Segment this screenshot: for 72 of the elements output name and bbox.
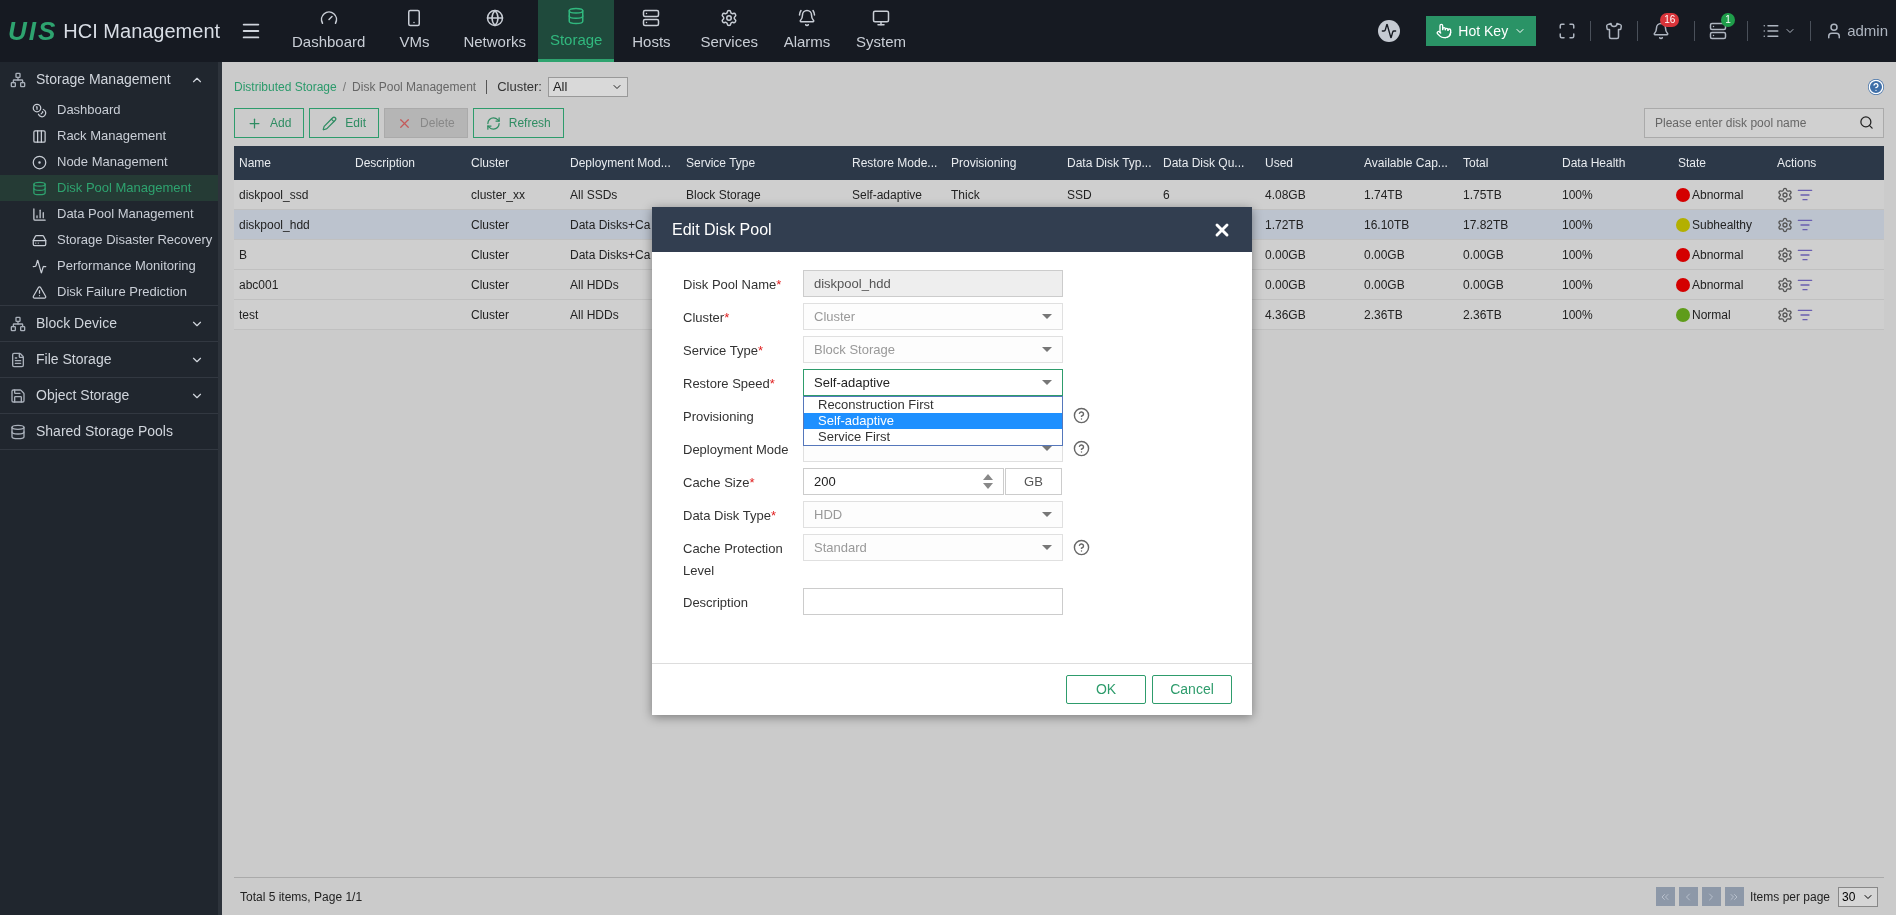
state-text: Abnormal: [1692, 276, 1744, 294]
table-cell: 1.72TB: [1265, 217, 1304, 232]
table-cell: 17.82TB: [1463, 217, 1509, 232]
alarm-count-badge: 16: [1660, 13, 1680, 27]
required-mark: *: [769, 376, 775, 391]
required-mark: *: [724, 310, 730, 325]
table-cell: 100%: [1562, 217, 1593, 232]
table-cell: Block Storage: [686, 187, 761, 202]
table-cell: cluster_xx: [471, 187, 526, 202]
field-label: Provisioning: [683, 409, 754, 424]
table-cell: 6: [1163, 187, 1170, 202]
table-cell: 4.08GB: [1265, 187, 1306, 202]
field-label: Service Type*: [683, 343, 763, 358]
field-label: Restore Speed*: [683, 376, 775, 391]
table-cell: 1.75TB: [1463, 187, 1502, 202]
table-cell: Data Disks+Ca: [570, 247, 651, 262]
table-cell: 100%: [1562, 187, 1593, 202]
breadcrumb-current: Disk Pool Management: [352, 79, 477, 96]
breadcrumb-separator: /: [342, 79, 347, 96]
table-cell: B: [239, 247, 247, 262]
table-cell: 0.00GB: [1364, 247, 1405, 262]
table-cell: abc001: [239, 277, 279, 292]
table-cell: 0.00GB: [1265, 277, 1306, 292]
field-label: Cluster*: [683, 310, 730, 325]
table-cell: 4.36GB: [1265, 307, 1306, 322]
table-cell: Self-adaptive: [852, 187, 923, 202]
required-mark: *: [776, 277, 782, 292]
table-cell: Data Disks+Ca: [570, 217, 651, 232]
logo: UIS: [8, 14, 58, 48]
table-cell: 16.10TB: [1364, 217, 1410, 232]
table-cell: Cluster: [471, 277, 509, 292]
table-cell: 100%: [1562, 307, 1593, 322]
table-cell: All SSDs: [570, 187, 618, 202]
state-text: Abnormal: [1692, 246, 1744, 264]
pagination-summary: Total 5 items, Page 1/1: [240, 888, 364, 906]
unit-label: GB: [1005, 468, 1062, 495]
table-cell: 0.00GB: [1463, 247, 1504, 262]
table-cell: 2.36TB: [1463, 307, 1502, 322]
table-cell: 2.36TB: [1364, 307, 1403, 322]
required-mark: *: [749, 475, 755, 490]
table-cell: Cluster: [471, 247, 509, 262]
table-cell: Cluster: [471, 307, 509, 322]
table-cell: Thick: [951, 187, 980, 202]
cluster-label: Cluster:: [497, 78, 542, 97]
field-label: Data Disk Type*: [683, 508, 776, 523]
table-cell: diskpool_hdd: [239, 217, 310, 232]
state-text: Subhealthy: [1692, 216, 1753, 234]
field-label: Disk Pool Name*: [683, 277, 782, 292]
table-cell: diskpool_ssd: [239, 187, 309, 202]
table-cell: 0.00GB: [1364, 277, 1405, 292]
dialog-title: Edit Disk Pool: [672, 219, 773, 240]
table-cell: 0.00GB: [1463, 277, 1504, 292]
table-cell: 0.00GB: [1265, 247, 1306, 262]
table-cell: 100%: [1562, 247, 1593, 262]
table-cell: Cluster: [471, 217, 509, 232]
field-label: Description: [683, 595, 749, 610]
table-cell: All HDDs: [570, 307, 619, 322]
required-mark: *: [770, 508, 776, 523]
field-label: Cache Size*: [683, 475, 755, 490]
state-text: Normal: [1692, 306, 1731, 324]
table-cell: All HDDs: [570, 277, 619, 292]
required-mark: *: [757, 343, 763, 358]
state-text: Abnormal: [1692, 186, 1744, 204]
table-cell: test: [239, 307, 259, 322]
table-cell: 1.74TB: [1364, 187, 1403, 202]
field-label: Cache Protection Level: [683, 541, 783, 578]
table-cell: 100%: [1562, 277, 1593, 292]
table-cell: SSD: [1067, 187, 1092, 202]
task-count-badge: 1: [1721, 13, 1735, 27]
items-per-page-label: Items per page: [1749, 888, 1830, 906]
app-title: HCI Management: [63, 19, 221, 44]
field-label: Deployment Mode: [683, 442, 789, 457]
